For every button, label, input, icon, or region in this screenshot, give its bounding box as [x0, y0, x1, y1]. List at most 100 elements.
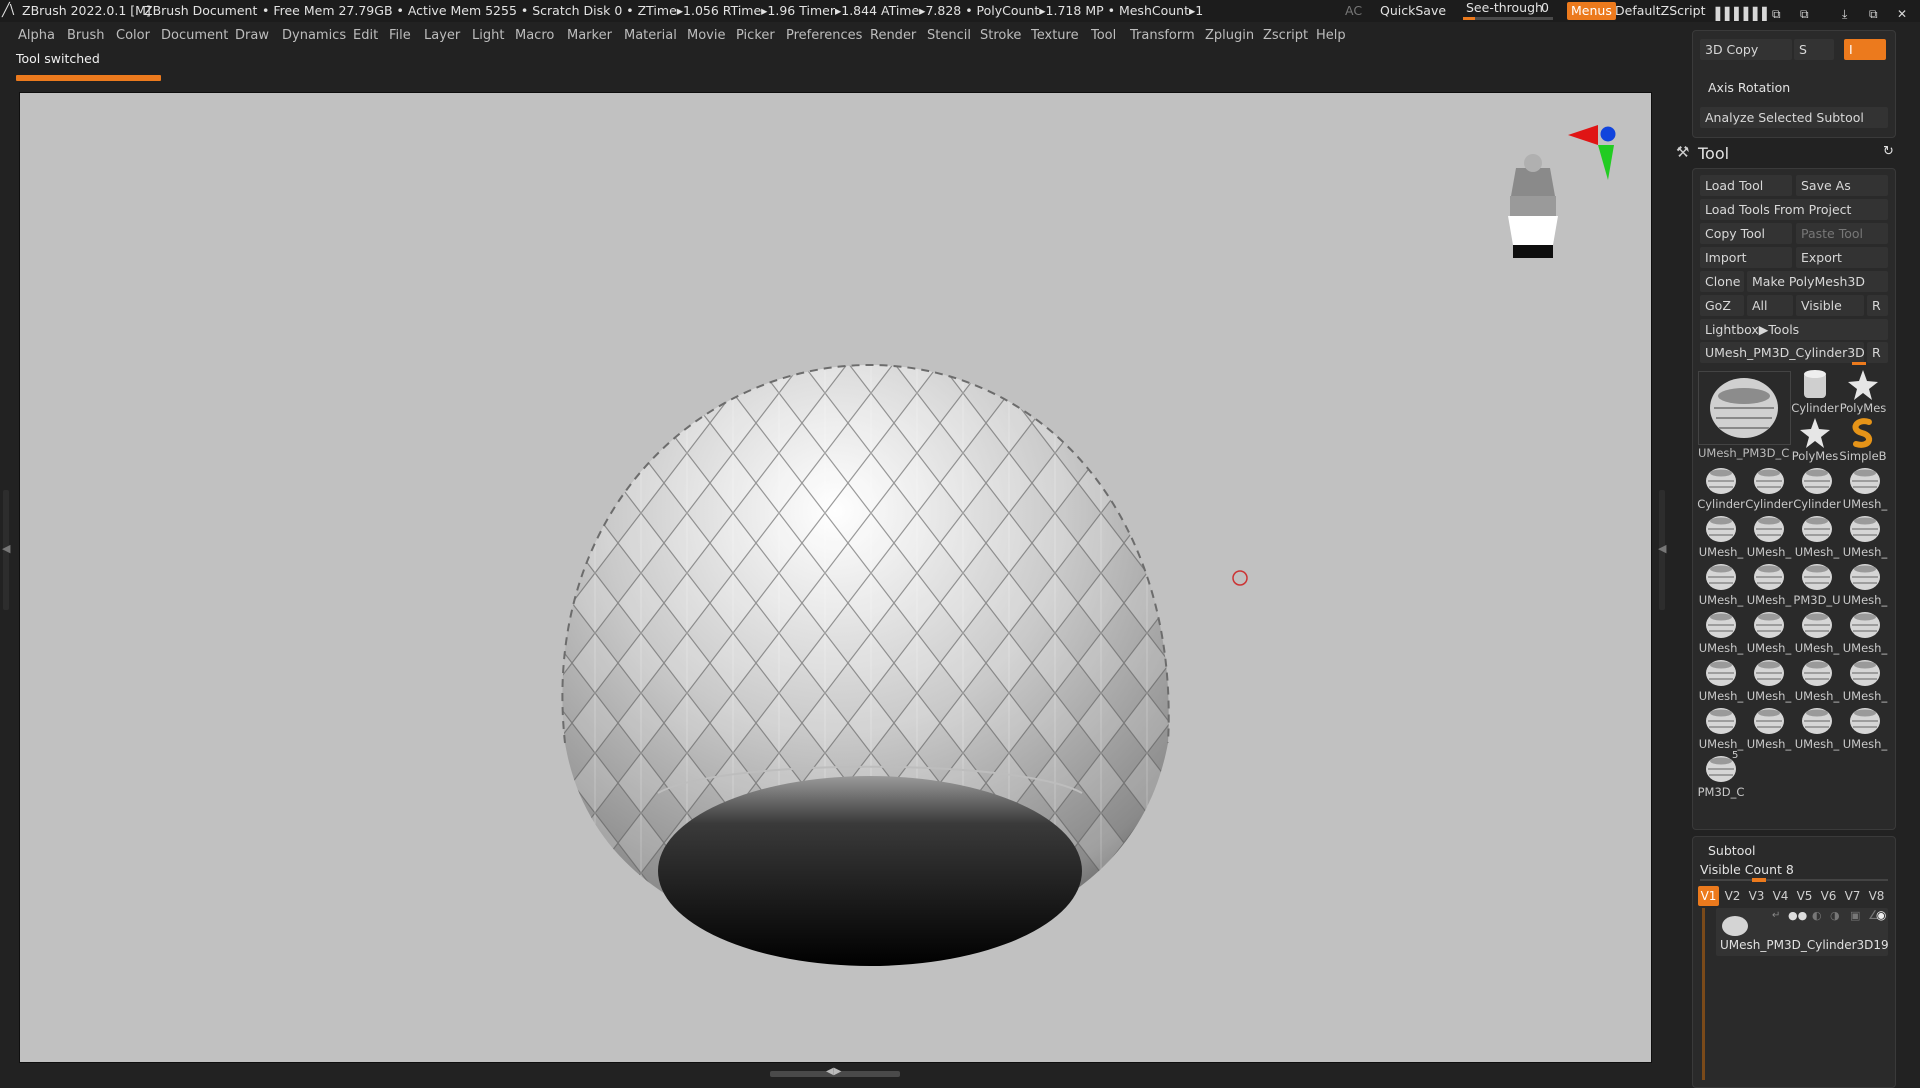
layout-prev-icon[interactable]: ▐▐▐ [1711, 3, 1739, 25]
analyze-subtool-button[interactable]: Analyze Selected Subtool [1700, 107, 1888, 128]
menu-dynamics[interactable]: Dynamics [282, 25, 346, 47]
tool-thumbnail[interactable]: UMesh_ [1794, 512, 1840, 559]
main-tool-thumbnail[interactable] [1698, 371, 1791, 445]
version-v4[interactable]: V4 [1770, 886, 1791, 906]
tool-thumbnail[interactable]: UMesh_ [1746, 608, 1792, 655]
version-v5[interactable]: V5 [1794, 886, 1815, 906]
s-field[interactable]: S [1794, 39, 1834, 60]
tool-thumbnail[interactable]: Cylinder [1793, 464, 1841, 511]
tool-thumbnail[interactable]: UMesh_ [1698, 512, 1744, 559]
visible-count-slider[interactable]: Visible Count 8 [1700, 862, 1794, 877]
tool-thumbnail[interactable]: UMesh_ [1794, 608, 1840, 655]
menu-stencil[interactable]: Stencil [927, 25, 971, 47]
copy-tool-button[interactable]: Copy Tool [1700, 223, 1792, 244]
current-tool-r-button[interactable]: R [1867, 342, 1888, 363]
axis-rotation-button[interactable]: Axis Rotation [1708, 80, 1790, 95]
tool-thumbnail[interactable]: UMesh_ [1842, 512, 1888, 559]
tool-thumbnail[interactable]: UMesh_ [1842, 560, 1888, 607]
import-button[interactable]: Import [1700, 247, 1792, 268]
menu-draw[interactable]: Draw [235, 25, 269, 47]
tool-thumbnail[interactable]: UMesh_ [1842, 464, 1888, 511]
right-tray-arrow-icon[interactable]: ◀ [1658, 542, 1666, 555]
tool-thumbnail[interactable]: UMesh_ [1794, 656, 1840, 703]
tool-thumbnail[interactable]: UMesh_ [1698, 656, 1744, 703]
menu-alpha[interactable]: Alpha [18, 25, 55, 47]
menu-color[interactable]: Color [116, 25, 150, 47]
tool-thumbnail[interactable]: UMesh_ [1698, 704, 1744, 751]
i-field[interactable]: I [1844, 39, 1886, 60]
canvas-viewport[interactable] [19, 92, 1652, 1063]
subtool-brush-icon[interactable]: ↵ [1772, 910, 1780, 921]
thumb-polymesh-star[interactable]: PolyMes [1840, 368, 1886, 415]
menu-marker[interactable]: Marker [567, 25, 612, 47]
menu-material[interactable]: Material [624, 25, 677, 47]
current-tool-name[interactable]: UMesh_PM3D_Cylinder3D19. [1700, 342, 1864, 363]
menu-brush[interactable]: Brush [67, 25, 105, 47]
default-zscript-button[interactable]: DefaultZScript [1615, 0, 1706, 22]
menu-texture[interactable]: Texture [1031, 25, 1079, 47]
subtool-other-icon[interactable]: ◑ [1830, 909, 1840, 922]
bottom-tray-arrows-icon[interactable]: ◀▶ [826, 1066, 841, 1077]
menu-macro[interactable]: Macro [515, 25, 554, 47]
navigation-gizmo[interactable] [1508, 154, 1558, 258]
see-through-slider[interactable] [1463, 17, 1553, 20]
subtool-lock-icon[interactable]: ▣ [1850, 909, 1860, 922]
load-tool-button[interactable]: Load Tool [1700, 175, 1792, 196]
goz-r-button[interactable]: R [1867, 295, 1888, 316]
version-v2[interactable]: V2 [1722, 886, 1743, 906]
viewport-canvas[interactable] [20, 93, 1651, 1062]
menus-button[interactable]: Menus [1567, 2, 1616, 20]
version-v8[interactable]: V8 [1866, 886, 1887, 906]
subtool-polypaint-icon[interactable]: ◐ [1812, 909, 1822, 922]
menu-preferences[interactable]: Preferences [786, 25, 862, 47]
load-tools-from-project-button[interactable]: Load Tools From Project [1700, 199, 1888, 220]
quicksave-button[interactable]: QuickSave [1380, 0, 1446, 22]
subtool-scrollbar[interactable] [1702, 908, 1705, 1080]
ui-layout-icon[interactable]: ⧉ [1772, 3, 1781, 25]
version-v1[interactable]: V1 [1698, 886, 1719, 906]
version-v6[interactable]: V6 [1818, 886, 1839, 906]
layout-next-icon[interactable]: ▐▐▐ [1739, 3, 1767, 25]
menu-zplugin[interactable]: Zplugin [1205, 25, 1254, 47]
tool-thumbnail[interactable]: Cylinder [1697, 464, 1745, 511]
menu-stroke[interactable]: Stroke [980, 25, 1021, 47]
version-v3[interactable]: V3 [1746, 886, 1767, 906]
visible-count-track[interactable] [1700, 879, 1888, 881]
paste-tool-button[interactable]: Paste Tool [1796, 223, 1888, 244]
mesh-model[interactable] [540, 353, 1200, 973]
axis-gizmo[interactable] [1568, 125, 1616, 180]
tool-pin-icon[interactable]: ⚒ [1676, 143, 1689, 161]
menu-render[interactable]: Render [870, 25, 916, 47]
tool-thumbnail[interactable]: UMesh_ [1746, 512, 1792, 559]
version-v7[interactable]: V7 [1842, 886, 1863, 906]
tool-thumbnail[interactable]: Cylinder [1745, 464, 1793, 511]
lightbox-tools-button[interactable]: Lightbox▶Tools [1700, 319, 1888, 340]
tool-thumbnail[interactable]: UMesh_ [1746, 656, 1792, 703]
tool-thumbnail[interactable]: PM3D_U [1793, 560, 1841, 607]
close-icon[interactable]: ✕ [1897, 3, 1907, 25]
tool-thumbnail[interactable]: UMesh_ [1746, 560, 1792, 607]
3d-copy-button[interactable]: 3D Copy [1700, 39, 1792, 60]
thumb-polymesh-star-2[interactable]: PolyMes [1792, 416, 1838, 463]
menu-tool[interactable]: Tool [1091, 25, 1116, 47]
menu-movie[interactable]: Movie [687, 25, 725, 47]
minimize-icon[interactable]: ⤓ [1842, 3, 1847, 25]
menu-document[interactable]: Document [161, 25, 228, 47]
subtool-title[interactable]: Subtool [1708, 843, 1755, 858]
menu-edit[interactable]: Edit [353, 25, 378, 47]
ui-save-icon[interactable]: ⧉ [1800, 3, 1809, 25]
save-as-button[interactable]: Save As [1796, 175, 1888, 196]
left-tray-arrow-icon[interactable]: ◀ [2, 542, 10, 555]
menu-zscript[interactable]: Zscript [1263, 25, 1308, 47]
tool-thumbnail[interactable]: UMesh_ [1842, 704, 1888, 751]
thumb-simplebrush[interactable]: SimpleB [1839, 416, 1887, 463]
menu-layer[interactable]: Layer [424, 25, 460, 47]
subtool-row-selected[interactable]: ↵ ●● ◐ ◑ ▣ ∠ ◉ UMesh_PM3D_Cylinder3D19 [1716, 908, 1889, 956]
tool-thumbnail[interactable]: UMesh_ [1842, 656, 1888, 703]
tool-thumbnail[interactable]: UMesh_ [1746, 704, 1792, 751]
menu-help[interactable]: Help [1316, 25, 1346, 47]
thumb-cylinder[interactable]: Cylinder [1791, 368, 1839, 415]
menu-transform[interactable]: Transform [1130, 25, 1195, 47]
goz-visible-button[interactable]: Visible [1796, 295, 1864, 316]
refresh-icon[interactable]: ↻ [1883, 144, 1894, 159]
